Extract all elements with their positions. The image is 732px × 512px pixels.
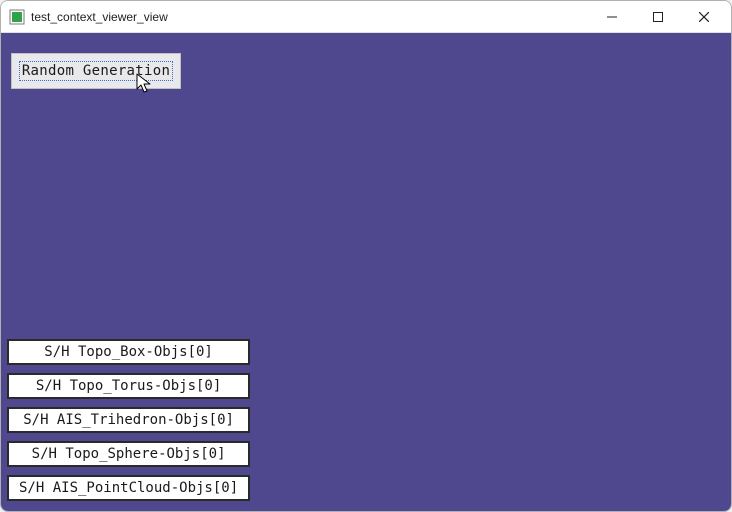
app-icon	[9, 9, 25, 25]
viewport[interactable]: Random Generation S/H Topo_Box-Objs[0] S…	[1, 33, 731, 511]
toggle-topo-sphere[interactable]: S/H Topo_Sphere-Objs[0]	[7, 441, 250, 467]
window-title: test_context_viewer_view	[31, 10, 589, 24]
random-generation-button[interactable]: Random Generation	[11, 53, 181, 89]
toggle-topo-box[interactable]: S/H Topo_Box-Objs[0]	[7, 339, 250, 365]
maximize-button[interactable]	[635, 2, 681, 32]
random-generation-label: Random Generation	[19, 61, 173, 81]
object-toggle-stack: S/H Topo_Box-Objs[0] S/H Topo_Torus-Objs…	[7, 339, 250, 501]
close-button[interactable]	[681, 2, 727, 32]
toggle-ais-trihedron[interactable]: S/H AIS_Trihedron-Objs[0]	[7, 407, 250, 433]
toggle-topo-torus[interactable]: S/H Topo_Torus-Objs[0]	[7, 373, 250, 399]
titlebar[interactable]: test_context_viewer_view	[1, 1, 731, 33]
app-window: test_context_viewer_view Random Generati…	[0, 0, 732, 512]
minimize-button[interactable]	[589, 2, 635, 32]
toggle-ais-pointcloud[interactable]: S/H AIS_PointCloud-Objs[0]	[7, 475, 250, 501]
